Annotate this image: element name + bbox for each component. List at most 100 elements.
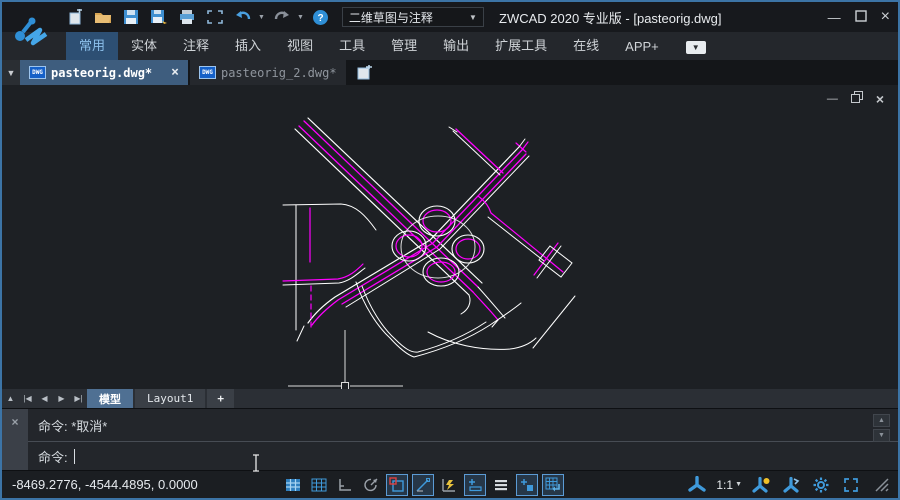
undo-dropdown-icon[interactable]: ▼ (258, 14, 265, 21)
close-tab-icon[interactable]: × (171, 65, 179, 80)
settings-gear-icon[interactable] (810, 474, 832, 496)
status-right-tools: 1:1 ▼ (686, 474, 892, 496)
coordinates-readout: -8469.2776, -4544.4895, 0.0000 (12, 477, 198, 492)
command-lines: 命令: *取消* 命令: (28, 409, 898, 470)
command-scrollbar: ▲ ▼ (873, 414, 890, 442)
zwcad-logo-icon[interactable] (2, 2, 60, 60)
mdi-close-icon[interactable]: × (876, 91, 884, 107)
workspace-dropdown-value: 二维草图与注释 (349, 9, 433, 26)
add-layout-button[interactable]: + (207, 389, 234, 408)
print-icon[interactable] (176, 7, 198, 27)
status-bar: -8469.2776, -4544.4895, 0.0000 (2, 470, 898, 498)
layout-tab-bar: ▲ |◀ ◀ ▶ ▶| 模型 Layout1 + (2, 389, 898, 408)
annotation-scale-control[interactable]: 1:1 ▼ (716, 478, 742, 492)
redo-dropdown-icon[interactable]: ▼ (297, 14, 304, 21)
prev-layout-icon[interactable]: ◀ (36, 389, 53, 408)
drawing-canvas[interactable]: — × (2, 85, 898, 389)
command-prompt[interactable]: 命令: (28, 442, 898, 470)
command-dock-close-button[interactable]: × (2, 409, 28, 470)
command-history-line: 命令: *取消* (28, 409, 898, 442)
grid-toggle-icon[interactable] (308, 474, 330, 496)
ribbon-tab-express[interactable]: 扩展工具 (482, 31, 560, 60)
zwcad-window: ▼ ▼ ? 二维草图与注释 ▼ ZWCAD 2020 专业版 - [pasteo… (0, 0, 900, 500)
dwg-file-icon: DWG (199, 66, 216, 79)
ribbon-tab-solid[interactable]: 实体 (118, 31, 170, 60)
expand-up-icon[interactable]: ▲ (2, 389, 19, 408)
chevron-down-icon: ▼ (469, 13, 477, 22)
resize-grip[interactable] (870, 474, 892, 496)
title-bar: ▼ ▼ ? 二维草图与注释 ▼ ZWCAD 2020 专业版 - [pasteo… (2, 2, 898, 32)
ribbon-tab-manage[interactable]: 管理 (378, 31, 430, 60)
scroll-down-icon[interactable]: ▼ (873, 429, 890, 442)
ribbon-minimize-button[interactable]: ▼ (686, 41, 706, 54)
annotation-monitor-toggle-icon[interactable] (542, 474, 564, 496)
doc-tab-label: pasteorig_2.dwg* (221, 66, 337, 80)
new-document-tab-icon[interactable] (354, 64, 376, 82)
quick-access-toolbar: ▼ ▼ ? (64, 7, 332, 27)
lineweight-display-toggle-icon[interactable] (490, 474, 512, 496)
mdi-restore-icon[interactable] (851, 90, 863, 108)
crosshair-cursor (288, 330, 403, 389)
snap-toggle-icon[interactable] (282, 474, 304, 496)
document-tab-bar: ▼ DWG pasteorig.dwg* × DWG pasteorig_2.d… (2, 60, 898, 85)
ribbon-tab-app[interactable]: APP+ (612, 35, 672, 60)
dynamic-input-toggle-icon[interactable] (438, 474, 460, 496)
annotation-visibility-icon[interactable] (686, 474, 708, 496)
new-file-icon[interactable] (64, 7, 86, 27)
status-toggles (282, 474, 564, 496)
tab-layout1[interactable]: Layout1 (135, 389, 205, 408)
interchange-drawing (2, 85, 898, 389)
workspace-dropdown[interactable]: 二维草图与注释 ▼ (342, 7, 484, 27)
window-title: ZWCAD 2020 专业版 - [pasteorig.dwg] (499, 2, 722, 32)
first-layout-icon[interactable]: |◀ (19, 389, 36, 408)
auto-annotation-icon[interactable] (750, 474, 772, 496)
redo-icon[interactable] (271, 7, 293, 27)
ribbon-tab-view[interactable]: 视图 (274, 31, 326, 60)
tab-model[interactable]: 模型 (87, 389, 133, 408)
doc-tab-pasteorig-2[interactable]: DWG pasteorig_2.dwg* (190, 60, 346, 85)
command-prompt-label: 命令: (38, 447, 68, 466)
selection-cycling-toggle-icon[interactable] (516, 474, 538, 496)
last-layout-icon[interactable]: ▶| (70, 389, 87, 408)
scroll-up-icon[interactable]: ▲ (873, 414, 890, 427)
annotation-refresh-icon[interactable] (780, 474, 802, 496)
text-caret (74, 449, 75, 464)
ortho-toggle-icon[interactable] (334, 474, 356, 496)
undo-icon[interactable] (232, 7, 254, 27)
close-button[interactable]: × (881, 8, 890, 26)
close-icon: × (11, 415, 18, 470)
zwcad-logo-glyph (9, 9, 53, 53)
chevron-down-icon: ▼ (735, 481, 742, 488)
ribbon-tab-online[interactable]: 在线 (560, 31, 612, 60)
window-controls: — × (828, 2, 890, 32)
mdi-minimize-icon[interactable]: — (827, 93, 838, 105)
polar-toggle-icon[interactable] (360, 474, 382, 496)
ribbon-tab-annotate[interactable]: 注释 (170, 31, 222, 60)
ribbon-tab-tools[interactable]: 工具 (326, 31, 378, 60)
save-icon[interactable] (120, 7, 142, 27)
maximize-button[interactable] (855, 10, 867, 25)
next-layout-icon[interactable]: ▶ (53, 389, 70, 408)
ribbon-tab-output[interactable]: 输出 (430, 31, 482, 60)
doc-tab-pasteorig[interactable]: DWG pasteorig.dwg* × (20, 60, 188, 85)
open-folder-icon[interactable] (92, 7, 114, 27)
annotation-scale-value: 1:1 (716, 478, 733, 492)
svg-text:?: ? (318, 13, 324, 24)
mdi-window-controls: — × (827, 90, 884, 108)
document-list-icon[interactable]: ▼ (2, 60, 20, 85)
otrack-toggle-icon[interactable] (412, 474, 434, 496)
dwg-file-icon: DWG (29, 66, 46, 79)
minimize-button[interactable]: — (828, 10, 841, 25)
ribbon-tab-insert[interactable]: 插入 (222, 31, 274, 60)
preview-icon[interactable] (204, 7, 226, 27)
ribbon-tab-home[interactable]: 常用 (66, 31, 118, 60)
ibeam-mouse-cursor (251, 454, 261, 472)
lineweight-toggle-icon[interactable] (464, 474, 486, 496)
help-icon[interactable]: ? (310, 7, 332, 27)
osnap-toggle-icon[interactable] (386, 474, 408, 496)
command-line-dock: × 命令: *取消* 命令: ▲ ▼ (2, 408, 898, 470)
doc-tab-label: pasteorig.dwg* (51, 66, 152, 80)
save-as-icon[interactable] (148, 7, 170, 27)
fullscreen-icon[interactable] (840, 474, 862, 496)
ribbon-tab-bar: 常用 实体 注释 插入 视图 工具 管理 输出 扩展工具 在线 APP+ ▼ (2, 32, 898, 60)
